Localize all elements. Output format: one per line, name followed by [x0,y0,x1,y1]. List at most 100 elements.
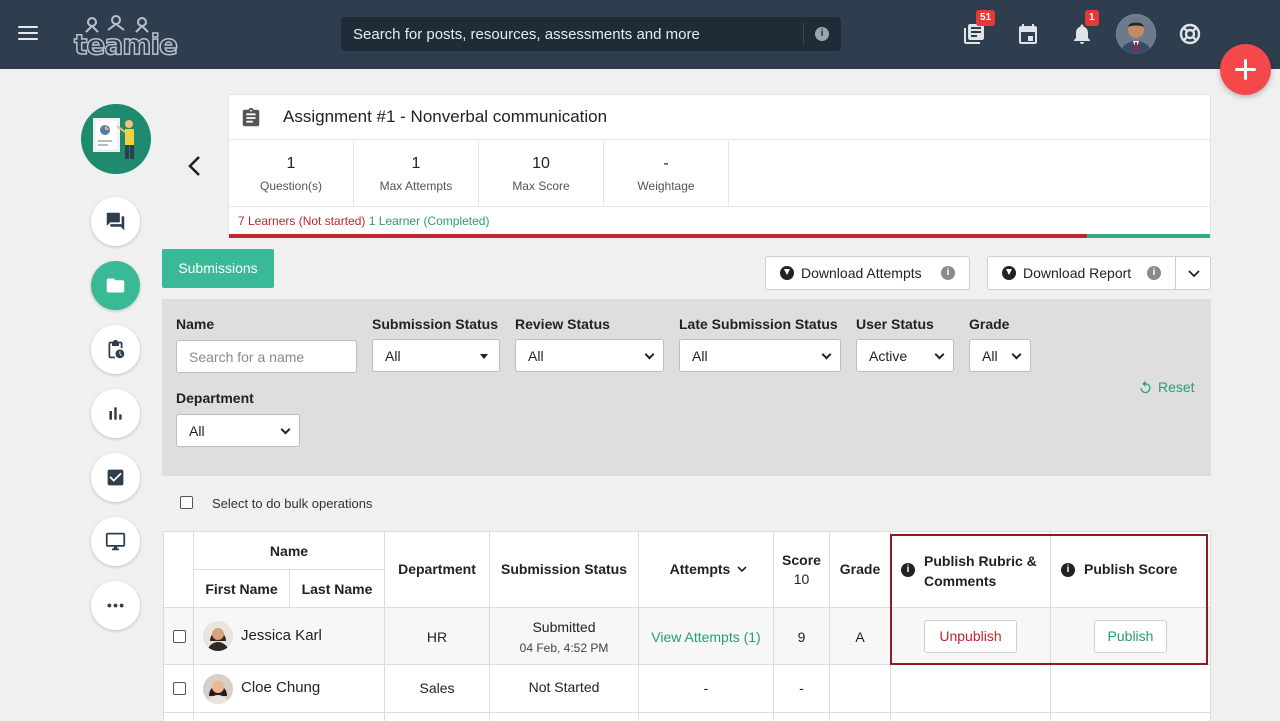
header-name: Name [194,532,385,570]
download-report-button[interactable]: Download Report i [987,256,1176,290]
status-time: 04 Feb, 4:52 PM [519,641,609,655]
course-image[interactable] [81,104,151,174]
rail-analytics-button[interactable] [91,389,140,438]
rail-folder-button[interactable] [91,261,140,310]
header-attempts[interactable]: Attempts [639,532,774,608]
chevron-down-icon [1188,270,1200,278]
header-publish-score: i Publish Score [1051,532,1211,608]
progress-bar [229,234,1210,238]
table-row-publish-rubric [891,713,1051,721]
header-grade: Grade [830,532,891,608]
newsfeed-icon[interactable]: 51 [962,10,996,46]
table-row-grade [830,665,891,713]
submissions-tab[interactable]: Submissions [162,249,274,288]
chat-icon [106,212,125,231]
chevron-down-icon [821,349,832,360]
table-row-attempts: - [639,665,774,713]
bar-chart-icon [109,407,122,420]
learners-completed[interactable]: 1 Learner (Completed) [369,214,490,228]
search-divider [803,23,804,45]
info-icon[interactable]: i [941,266,955,280]
search-input[interactable] [341,17,801,51]
name-filter-label: Name [176,316,215,332]
score-value: - [799,680,804,696]
checkbox-icon [107,469,124,486]
review-status-select[interactable]: All [515,339,664,372]
bulk-select-checkbox[interactable] [180,496,193,509]
submission-status-label: Submission Status [372,316,499,332]
create-plus-button[interactable] [1220,44,1271,95]
assignment-header: Assignment #1 - Nonverbal communication [229,95,1210,140]
table-row-publish-rubric: Unpublish [891,608,1051,665]
download-report-dropdown[interactable] [1175,256,1211,290]
stat-questions: 1 Question(s) [229,141,354,206]
teamie-logo[interactable]: teamie [73,14,179,62]
table-row-status: Submitted 04 Feb, 4:52 PM [490,608,639,665]
late-submission-select[interactable]: All [679,339,841,372]
info-icon[interactable]: i [1147,266,1161,280]
table-row-name[interactable]: Jessica Karl [194,608,385,665]
table-row-grade [830,713,891,721]
row-checkbox[interactable] [173,630,186,643]
rail-schedule-button[interactable] [91,325,140,374]
header-department-label: Department [398,561,476,577]
unpublish-rubric-button[interactable]: Unpublish [924,620,1017,653]
late-submission-label: Late Submission Status [679,316,838,332]
row-checkbox[interactable] [173,682,186,695]
user-status-select[interactable]: Active [856,339,954,372]
header-last-name[interactable]: Last Name [290,570,385,608]
back-arrow-icon[interactable] [184,152,208,180]
name-search-input[interactable] [176,340,357,373]
grade-select[interactable]: All [969,339,1031,372]
rail-classroom-button[interactable] [91,517,140,566]
submissions-table: Name First Name Last Name Department Sub… [163,531,1211,721]
table-row-status: Not Started [490,665,639,713]
select-value: All [189,423,205,439]
header-last-name-label: Last Name [301,581,373,597]
rail-more-button[interactable] [91,581,140,630]
monitor-icon [105,532,126,551]
download-icon [1002,266,1016,280]
assignment-title: Assignment #1 - Nonverbal communication [283,107,608,126]
notifications-badge: 1 [1085,10,1099,26]
table-row-score: 9 [774,608,830,665]
search-info-icon[interactable]: i [815,27,829,41]
learners-not-started[interactable]: 7 Learners (Not started) [238,214,365,228]
table-row-attempts [639,713,774,721]
chevron-down-icon [934,349,945,360]
publish-score-button[interactable]: Publish [1094,620,1167,653]
view-attempts-link[interactable]: View Attempts (1) [639,629,773,645]
calendar-icon[interactable] [1016,22,1040,46]
rail-tasks-button[interactable] [91,453,140,502]
assignment-card: Assignment #1 - Nonverbal communication … [228,94,1211,238]
select-value: All [528,348,544,364]
download-attempts-button[interactable]: Download Attempts i [765,256,970,290]
table-row-score: - [774,665,830,713]
chevron-down-icon [280,424,291,435]
row-select-cell [163,608,194,665]
header-first-name[interactable]: First Name [194,570,290,608]
stat-value: 1 [411,155,421,172]
info-icon[interactable]: i [901,563,915,577]
download-icon [780,266,794,280]
review-status-label: Review Status [515,316,610,332]
department-select[interactable]: All [176,414,300,447]
table-row-name[interactable]: Cloe Chung [194,665,385,713]
assignment-clipboard-icon [242,107,260,127]
logo-text: teamie [73,27,179,62]
info-icon[interactable]: i [1061,563,1075,577]
table-row-score [774,713,830,721]
rail-discussion-button[interactable] [91,197,140,246]
select-value: All [982,348,998,364]
header-publish-score-label: Publish Score [1084,561,1178,577]
header-name-label: Name [269,543,309,559]
help-lifebuoy-icon[interactable] [1178,22,1202,46]
newsfeed-badge: 51 [976,10,996,26]
menu-icon[interactable] [18,26,38,42]
user-avatar[interactable] [1116,14,1156,54]
stat-weightage: - Weightage [604,141,729,206]
folder-icon [106,278,125,293]
sort-chevron-down-icon [737,566,747,573]
notifications-bell-icon[interactable]: 1 [1070,10,1099,46]
submission-status-select[interactable]: All [372,339,500,372]
